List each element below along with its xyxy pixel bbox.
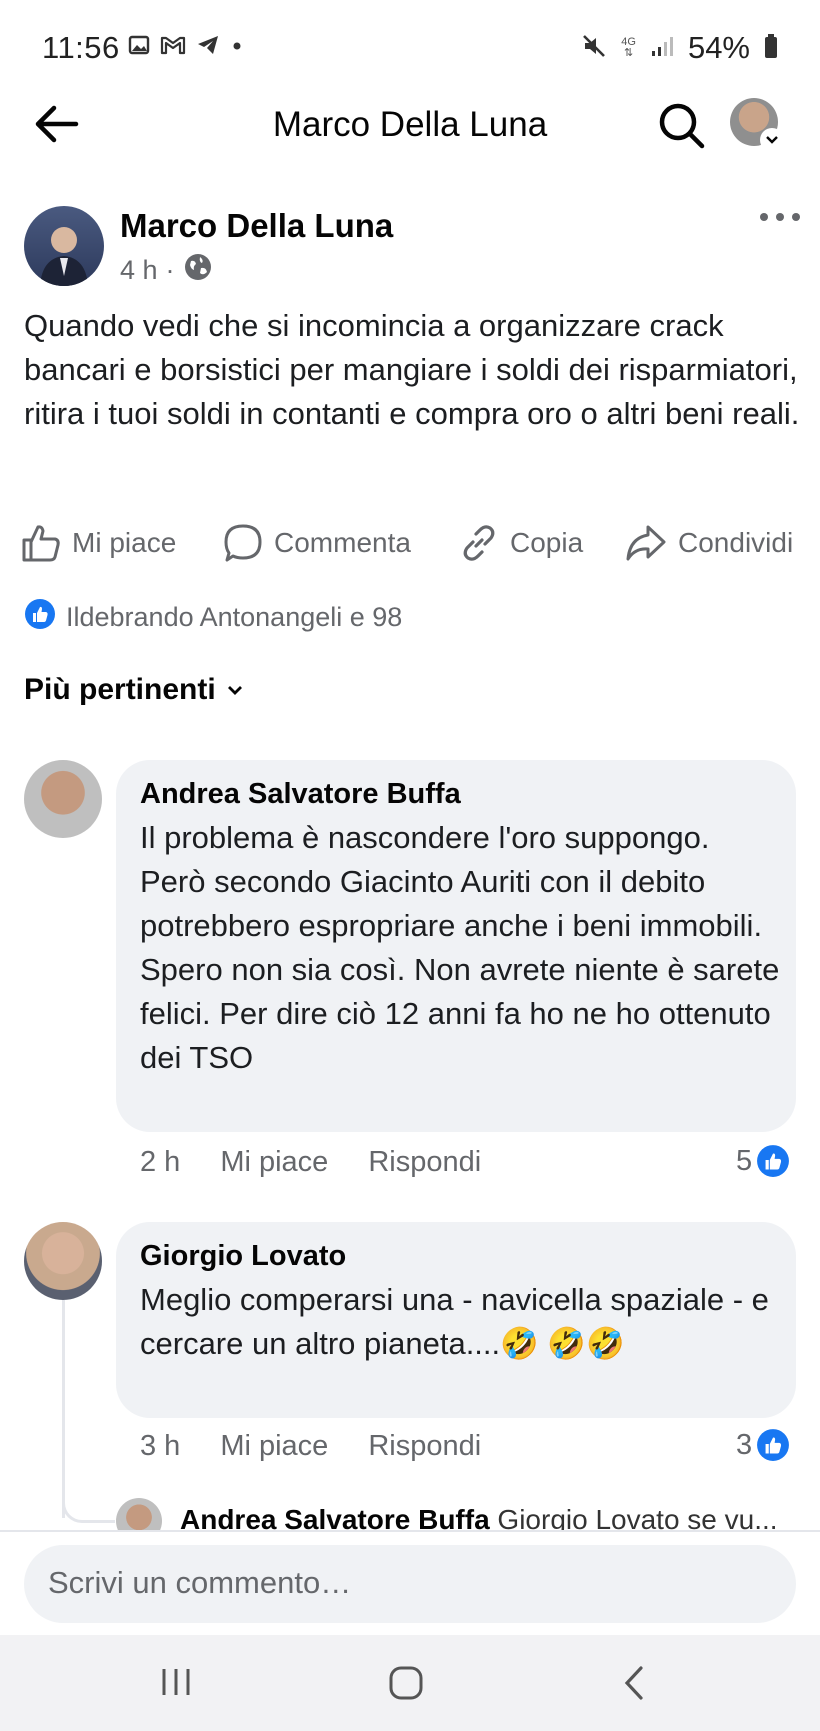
reactions-summary[interactable]: Ildebrando Antonangeli e 98 xyxy=(24,598,402,637)
reply-avatar xyxy=(116,1498,162,1530)
post-author-avatar[interactable] xyxy=(24,206,104,286)
thread-line xyxy=(62,1300,65,1518)
back-nav-button[interactable] xyxy=(622,1665,646,1706)
signal-icon xyxy=(650,34,674,63)
search-button[interactable] xyxy=(656,100,708,152)
like-reaction-icon xyxy=(757,1145,790,1177)
reaction-count: 5 xyxy=(736,1144,753,1177)
mute-icon xyxy=(581,33,607,64)
search-icon xyxy=(659,103,705,149)
meta-separator: · xyxy=(165,255,175,285)
comment-text-block: Meglio comperarsi una - navicella spazia… xyxy=(140,1278,780,1366)
chevron-left-icon xyxy=(624,1666,643,1700)
status-bar: 11:56 4G ⇅ 54% xyxy=(0,0,820,96)
comment-time: 2 h xyxy=(140,1146,181,1178)
link-icon xyxy=(463,525,495,561)
post-text: Quando vedi che si incomincia a organizz… xyxy=(24,308,800,431)
post-author-name[interactable]: Marco Della Luna xyxy=(120,207,393,245)
comment-icon xyxy=(224,524,262,562)
comment-input[interactable]: Scrivi un commento… xyxy=(48,1565,351,1601)
chevron-down-icon xyxy=(760,128,784,152)
comment-button[interactable]: Commenta xyxy=(222,520,411,566)
comment-text: Il problema è nascondere l'oro suppongo.… xyxy=(140,820,780,1075)
chevron-down-icon xyxy=(227,686,242,695)
like-reaction-icon xyxy=(24,598,56,637)
copy-label: Copia xyxy=(510,527,584,558)
like-reaction-icon xyxy=(757,1429,790,1461)
rofl-emoji-icon: 🤣 xyxy=(547,1326,586,1361)
comment-reply-button[interactable]: Rispondi xyxy=(368,1146,481,1179)
gmail-icon xyxy=(160,34,186,61)
reply-author: Andrea Salvatore Buffa xyxy=(180,1504,490,1530)
post-meta: 4 h · xyxy=(120,252,213,289)
rofl-emoji-icon: 🤣 xyxy=(500,1326,539,1361)
reactions-text: Ildebrando Antonangeli e 98 xyxy=(66,602,403,632)
comment-reaction-count[interactable]: 3 xyxy=(736,1428,790,1462)
comment-author[interactable]: Andrea Salvatore Buffa xyxy=(140,778,461,811)
sort-label: Più pertinenti xyxy=(24,673,216,706)
more-dots-icon xyxy=(760,213,800,221)
battery-percentage: 54% xyxy=(687,30,750,65)
recent-apps-icon xyxy=(162,1669,190,1695)
reaction-count: 3 xyxy=(736,1428,753,1461)
comment-author[interactable]: Giorgio Lovato xyxy=(140,1240,346,1273)
post-time: 4 h xyxy=(120,255,158,285)
profile-menu-button[interactable] xyxy=(730,98,786,154)
more-options-button[interactable] xyxy=(758,205,802,229)
copy-link-button[interactable]: Copia xyxy=(458,520,583,566)
status-time: 11:56 xyxy=(42,30,120,65)
image-icon xyxy=(128,34,150,61)
like-label: Mi piace xyxy=(72,527,177,558)
divider xyxy=(0,1530,820,1532)
comment-like-button[interactable]: Mi piace xyxy=(220,1430,328,1463)
network-4g-icon: 4G ⇅ xyxy=(621,36,636,59)
comment-reply-button[interactable]: Rispondi xyxy=(368,1430,481,1463)
comment-label: Commenta xyxy=(274,527,411,558)
share-icon xyxy=(626,525,666,561)
like-button[interactable]: Mi piace xyxy=(20,520,176,566)
reply-preview[interactable]: Andrea Salvatore Buffa Giorgio Lovato se… xyxy=(116,1498,806,1530)
thread-connector xyxy=(62,1494,115,1523)
share-label: Condividi xyxy=(678,527,794,558)
system-nav-bar xyxy=(0,1635,820,1731)
comment-footer: 2 h Mi piace Rispondi xyxy=(140,1146,481,1179)
comment-sort-dropdown[interactable]: Più pertinenti xyxy=(24,673,244,707)
comment-text: Meglio comperarsi una - navicella spazia… xyxy=(140,1282,769,1361)
dot-icon xyxy=(230,34,244,61)
comment-bubble: Giorgio Lovato Meglio comperarsi una - n… xyxy=(116,1222,796,1418)
reply-text: Giorgio Lovato se vu... xyxy=(497,1504,778,1530)
comment-bubble: Andrea Salvatore Buffa Il problema è nas… xyxy=(116,760,796,1132)
thumbs-up-icon xyxy=(22,525,60,562)
home-icon xyxy=(389,1666,423,1700)
status-right: 4G ⇅ 54% xyxy=(581,30,778,66)
notification-icons xyxy=(128,34,244,61)
battery-icon xyxy=(764,33,778,64)
globe-icon xyxy=(183,252,213,289)
comment-reaction-count[interactable]: 5 xyxy=(736,1144,790,1178)
comment-composer[interactable]: Scrivi un commento… xyxy=(24,1545,796,1623)
telegram-icon xyxy=(196,34,220,61)
commenter-avatar[interactable] xyxy=(24,760,102,838)
commenter-avatar[interactable] xyxy=(24,1222,102,1300)
share-button[interactable]: Condividi xyxy=(624,520,793,566)
rofl-emoji-icon: 🤣 xyxy=(586,1326,625,1361)
comment-footer: 3 h Mi piace Rispondi xyxy=(140,1430,481,1463)
recent-apps-button[interactable] xyxy=(160,1667,192,1702)
comment-time: 3 h xyxy=(140,1430,181,1462)
home-button[interactable] xyxy=(388,1665,424,1706)
comment-like-button[interactable]: Mi piace xyxy=(220,1146,328,1179)
